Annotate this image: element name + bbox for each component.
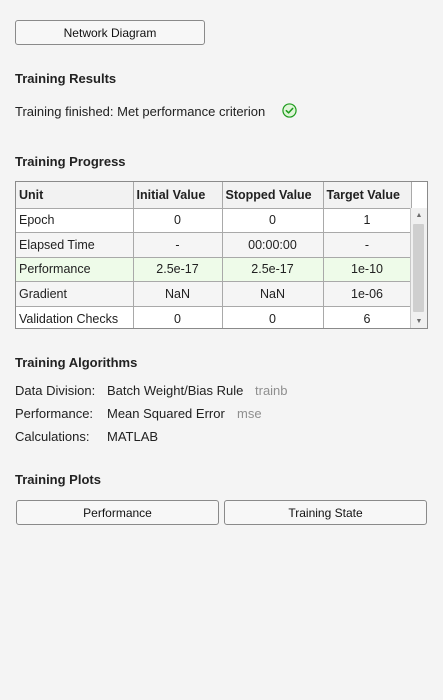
- column-header-unit[interactable]: Unit: [16, 182, 134, 209]
- table-cell: Gradient: [16, 281, 134, 307]
- table-row[interactable]: Performance 2.5e-17 2.5e-17 1e-10: [16, 256, 412, 283]
- table-cell: 0: [132, 305, 223, 328]
- table-cell: Performance: [16, 256, 134, 283]
- data-division-label: Data Division:: [15, 383, 96, 398]
- performance-value: Mean Squared Error: [107, 406, 225, 421]
- training-progress-table: Unit Initial Value Stopped Value Target …: [15, 181, 428, 329]
- scroll-up-arrow-icon[interactable]: ▲: [411, 208, 427, 222]
- table-cell: -: [132, 232, 223, 258]
- column-header-initial-value[interactable]: Initial Value: [132, 182, 223, 209]
- calculations-label: Calculations:: [15, 429, 90, 444]
- performance-code: mse: [237, 406, 262, 421]
- network-diagram-button[interactable]: Network Diagram: [15, 20, 205, 45]
- table-cell: 0: [132, 207, 223, 234]
- table-cell: 0: [221, 207, 324, 234]
- training-algorithms-heading: Training Algorithms: [15, 355, 138, 370]
- table-scrollbar[interactable]: ▲ ▼: [410, 208, 427, 328]
- table-cell: 1: [322, 207, 412, 234]
- table-row[interactable]: Epoch 0 0 1: [16, 207, 412, 234]
- table-cell: Validation Checks: [16, 305, 134, 328]
- training-state-plot-button[interactable]: Training State: [224, 500, 427, 525]
- training-status-text: Training finished: Met performance crite…: [15, 104, 266, 119]
- training-results-heading: Training Results: [15, 71, 117, 86]
- data-division-code: trainb: [255, 383, 288, 398]
- column-header-target-value[interactable]: Target Value: [322, 182, 412, 209]
- table-cell: NaN: [221, 281, 324, 307]
- data-division-value: Batch Weight/Bias Rule: [107, 383, 244, 398]
- table-cell: -: [322, 232, 412, 258]
- table-cell: 1e-06: [322, 281, 412, 307]
- table-cell: 2.5e-17: [132, 256, 223, 283]
- table-cell: 1e-10: [322, 256, 412, 283]
- table-cell: Epoch: [16, 207, 134, 234]
- table-row[interactable]: Gradient NaN NaN 1e-06: [16, 281, 412, 307]
- table-cell: 2.5e-17: [221, 256, 324, 283]
- performance-plot-button[interactable]: Performance: [16, 500, 219, 525]
- table-row[interactable]: Validation Checks 0 0 6: [16, 305, 412, 328]
- training-progress-heading: Training Progress: [15, 154, 126, 169]
- calculations-value: MATLAB: [107, 429, 159, 444]
- table-row[interactable]: Elapsed Time - 00:00:00 -: [16, 232, 412, 258]
- performance-label: Performance:: [15, 406, 94, 421]
- scroll-down-arrow-icon[interactable]: ▼: [411, 314, 427, 328]
- table-cell: NaN: [132, 281, 223, 307]
- table-cell: 6: [322, 305, 412, 328]
- table-cell: 0: [221, 305, 324, 328]
- column-header-stopped-value[interactable]: Stopped Value: [221, 182, 324, 209]
- scroll-thumb[interactable]: [413, 224, 424, 312]
- table-cell: 00:00:00: [221, 232, 324, 258]
- table-cell: Elapsed Time: [16, 232, 134, 258]
- check-circle-icon: [282, 103, 297, 118]
- training-plots-heading: Training Plots: [15, 472, 101, 487]
